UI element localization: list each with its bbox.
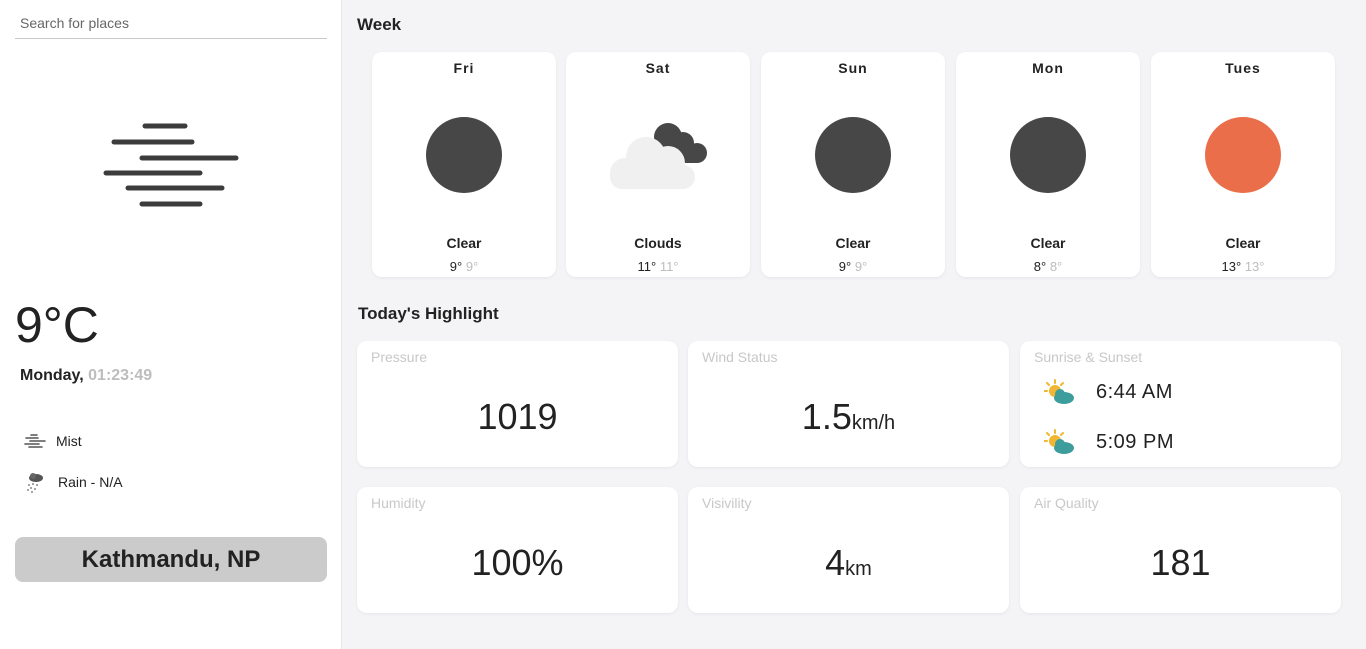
sun-label: Sunrise & Sunset	[1034, 349, 1143, 365]
wind-value: 1.5	[801, 396, 852, 437]
humidity-card: Humidity 100%	[357, 487, 678, 613]
sunrise-time: 6:44 AM	[1096, 380, 1173, 403]
wind-value-wrap: 1.5km/h	[688, 396, 1009, 438]
search-input[interactable]	[15, 8, 327, 39]
day-max-temp: 8°	[1033, 259, 1047, 274]
rain-icon	[27, 473, 43, 493]
air-quality-value: 181	[1150, 542, 1211, 583]
condition-mist: Mist	[24, 432, 82, 450]
moon-icon	[815, 117, 891, 193]
day-min-temp: 8°	[1049, 259, 1063, 274]
air-quality-label: Air Quality	[1034, 495, 1099, 511]
sun-card: Sunrise & Sunset 6:44 AM 5:09 PM	[1020, 341, 1341, 467]
current-datetime: Monday, 01:23:49	[20, 367, 152, 385]
sunset-time: 5:09 PM	[1096, 430, 1174, 453]
current-day: Monday,	[20, 367, 84, 384]
moon-icon	[1010, 117, 1086, 193]
visibility-value: 4	[825, 542, 846, 583]
mist-icon	[103, 123, 239, 207]
current-temperature: 9°C	[15, 297, 99, 353]
day-card-sat[interactable]: Sat Clouds 11° 11°	[566, 52, 750, 277]
day-name: Mon	[1032, 60, 1064, 76]
clouds-icon	[610, 123, 707, 189]
condition-label: Rain - N/A	[58, 474, 123, 490]
day-max-temp: 9°	[449, 259, 463, 274]
pressure-value: 1019	[477, 396, 558, 437]
day-max-temp: 13°	[1221, 259, 1242, 274]
wind-unit: km/h	[851, 412, 896, 434]
day-card-fri[interactable]: Fri Clear 9° 9°	[372, 52, 556, 277]
sunset-icon	[1044, 429, 1074, 454]
moon-icon	[426, 117, 502, 193]
day-min-temp: 9°	[465, 259, 479, 274]
wind-label: Wind Status	[702, 349, 778, 365]
day-temps: 9° 9°	[372, 259, 556, 274]
day-card-mon[interactable]: Mon Clear 8° 8°	[956, 52, 1140, 277]
visibility-value-wrap: 4km	[688, 542, 1009, 584]
sun-icon	[1205, 117, 1281, 193]
week-title: Week	[357, 15, 402, 34]
day-name: Tues	[1225, 60, 1261, 76]
pressure-card: Pressure 1019	[357, 341, 678, 467]
wind-card: Wind Status 1.5km/h	[688, 341, 1009, 467]
location-button[interactable]: Kathmandu, NP	[15, 537, 327, 582]
condition-rain: Rain - N/A	[24, 470, 123, 494]
day-temps: 9° 9°	[761, 259, 945, 274]
air-quality-card: Air Quality 181	[1020, 487, 1341, 613]
visibility-card: Visivility 4km	[688, 487, 1009, 613]
day-name: Sun	[838, 60, 868, 76]
sidebar: 9°C Monday, 01:23:49 Mist Rain -	[0, 0, 342, 649]
day-card-tues[interactable]: Tues Clear 13° 13°	[1151, 52, 1335, 277]
humidity-value: 100%	[471, 542, 564, 583]
pressure-label: Pressure	[371, 349, 428, 365]
day-name: Fri	[453, 60, 475, 76]
day-description: Clear	[1225, 235, 1261, 251]
visibility-unit: km	[845, 558, 872, 580]
day-description: Clouds	[634, 235, 682, 251]
day-max-temp: 9°	[838, 259, 852, 274]
day-name: Sat	[645, 60, 671, 76]
day-description: Clear	[446, 235, 482, 251]
current-time: 01:23:49	[88, 367, 153, 384]
highlights-title: Today's Highlight	[358, 304, 499, 323]
day-card-sun[interactable]: Sun Clear 9° 9°	[761, 52, 945, 277]
day-min-temp: 9°	[854, 259, 868, 274]
day-description: Clear	[1030, 235, 1066, 251]
humidity-label: Humidity	[371, 495, 426, 511]
day-description: Clear	[835, 235, 871, 251]
mist-icon	[24, 434, 46, 448]
day-temps: 8° 8°	[956, 259, 1140, 274]
day-temps: 13° 13°	[1151, 259, 1335, 274]
day-temps: 11° 11°	[566, 259, 750, 274]
sunrise-icon	[1044, 379, 1074, 404]
condition-label: Mist	[56, 433, 82, 449]
visibility-label: Visivility	[702, 495, 752, 511]
sunset-row: 5:09 PM	[1044, 429, 1174, 455]
day-min-temp: 11°	[659, 259, 679, 274]
day-min-temp: 13°	[1244, 259, 1265, 274]
day-max-temp: 11°	[637, 259, 657, 274]
sunrise-row: 6:44 AM	[1044, 379, 1173, 405]
